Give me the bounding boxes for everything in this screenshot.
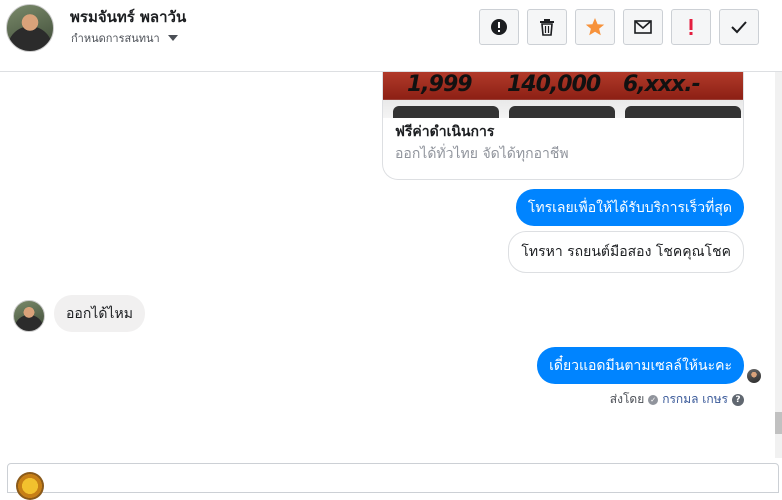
spam-icon xyxy=(491,19,507,35)
car-image xyxy=(393,106,499,118)
banner-value: 6,xxx.- xyxy=(623,72,701,97)
star-button[interactable] xyxy=(575,9,615,45)
schedule-dropdown[interactable]: กำหนดการสนทนา xyxy=(71,29,178,47)
help-icon[interactable]: ? xyxy=(732,393,744,406)
sent-by-label: ส่งโดย xyxy=(609,392,645,406)
caret-down-icon xyxy=(167,35,178,41)
car-image xyxy=(625,106,741,118)
follow-up-button[interactable] xyxy=(671,9,711,45)
message-bubble-received[interactable]: ออกได้ไหม xyxy=(54,295,145,332)
preview-image: 1,999 140,000 6,xxx.- xyxy=(383,72,743,118)
banner-value: 140,000 xyxy=(507,72,601,97)
sent-by-line: ส่งโดย ✓ กรกมล เกษร ? xyxy=(610,390,744,409)
star-icon xyxy=(585,18,605,36)
mark-done-button[interactable] xyxy=(719,9,759,45)
link-preview-card[interactable]: 1,999 140,000 6,xxx.- ฟรีค่าดำเนินการ ออ… xyxy=(382,72,744,180)
contact-avatar[interactable] xyxy=(6,4,54,52)
contact-name[interactable]: พรมจันทร์ พลาวัน xyxy=(70,5,186,29)
page-avatar xyxy=(16,472,44,500)
preview-title: ฟรีค่าดำเนินการ xyxy=(395,124,495,140)
mail-icon xyxy=(634,20,652,34)
conversation-header: พรมจันทร์ พลาวัน กำหนดการสนทนา xyxy=(0,0,782,72)
scrollbar[interactable] xyxy=(775,72,782,458)
seen-avatar xyxy=(747,369,761,383)
scrollbar-thumb[interactable] xyxy=(775,412,782,434)
check-icon xyxy=(731,21,747,34)
conversation-toolbar xyxy=(479,9,759,45)
message-composer[interactable] xyxy=(7,463,779,500)
trash-icon xyxy=(540,19,554,36)
preview-subtitle: ออกได้ทั่วไทย จัดได้ทุกอาชีพ xyxy=(395,146,569,162)
car-image xyxy=(509,106,615,118)
agent-name[interactable]: กรกมล เกษร xyxy=(662,390,728,409)
message-bubble-sent[interactable]: โทรเลยเพื่อให้ได้รับบริการเร็วที่สุด xyxy=(515,189,744,226)
message-bubble-sent[interactable]: เดี๋ยวแอดมีนตามเซลล์ให้นะคะ xyxy=(537,347,744,384)
schedule-label: กำหนดการสนทนา xyxy=(71,32,160,45)
flag-icon xyxy=(689,19,693,35)
mark-spam-button[interactable] xyxy=(479,9,519,45)
mark-unread-button[interactable] xyxy=(623,9,663,45)
message-bubble-sent[interactable]: โทรหา รถยนต์มือสอง โชคคุณโชค xyxy=(508,231,744,273)
contact-avatar-small[interactable] xyxy=(13,300,45,332)
banner-value: 1,999 xyxy=(407,72,473,97)
delete-button[interactable] xyxy=(527,9,567,45)
message-thread[interactable]: 1,999 140,000 6,xxx.- ฟรีค่าดำเนินการ ออ… xyxy=(0,72,782,458)
check-badge-icon: ✓ xyxy=(648,394,659,405)
